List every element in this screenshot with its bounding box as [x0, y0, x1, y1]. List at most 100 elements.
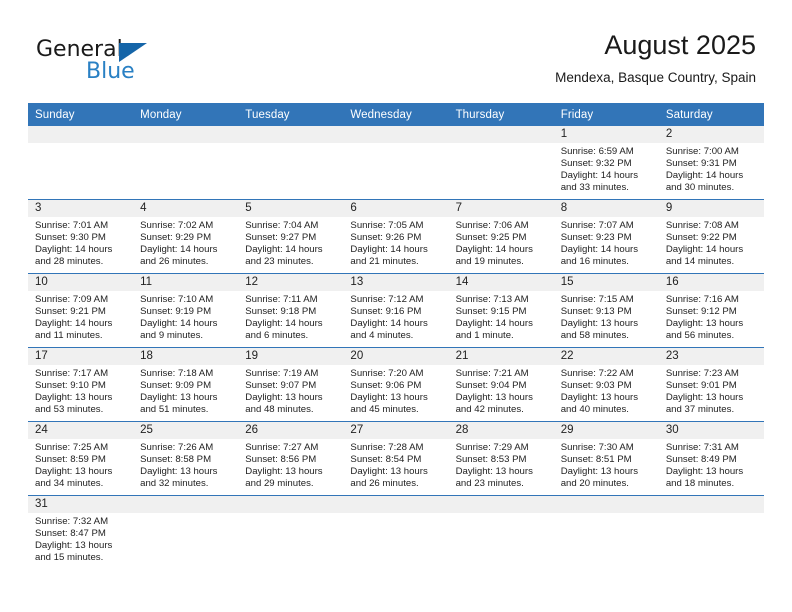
calendar-day-cell[interactable]: 19 Sunrise: 7:19 AM Sunset: 9:07 PM Dayligh…: [238, 347, 344, 422]
calendar-day-cell[interactable]: 26 Sunrise: 7:27 AM Sunset: 8:56 PM Dayligh…: [238, 421, 344, 496]
day-details: Sunrise: 7:00 AM Sunset: 9:31 PM Daylight:…: [659, 143, 764, 194]
calendar-day-cell[interactable]: 24 Sunrise: 7:25 AM Sunset: 8:59 PM Dayligh…: [28, 421, 134, 496]
daylight-text-line1: Daylight: 14 hours: [665, 170, 744, 182]
calendar-day-cell[interactable]: 7 Sunrise: 7:06 AM Sunset: 9:25 PM Daylight…: [448, 199, 554, 274]
day-details: Sunrise: 7:30 AM Sunset: 8:51 PM Daylight:…: [554, 439, 659, 490]
calendar-day-cell-empty: [238, 495, 344, 569]
day-details: [133, 513, 238, 568]
daylight-text-line1: Daylight: 13 hours: [140, 466, 218, 478]
day-number: 3: [28, 200, 134, 217]
sunrise-text: Sunrise: 7:29 AM: [455, 442, 529, 453]
day-number: 14: [448, 274, 554, 291]
day-details: [554, 513, 659, 568]
calendar-day-cell[interactable]: 5 Sunrise: 7:04 AM Sunset: 9:27 PM Daylight…: [238, 199, 344, 274]
day-number: [343, 496, 449, 513]
day-details: Sunrise: 7:23 AM Sunset: 9:01 PM Daylight:…: [659, 365, 764, 416]
calendar-day-cell[interactable]: 13 Sunrise: 7:12 AM Sunset: 9:16 PM Dayligh…: [343, 273, 449, 348]
daylight-text-line2: and 11 minutes.: [35, 330, 103, 342]
calendar-day-cell[interactable]: 28 Sunrise: 7:29 AM Sunset: 8:53 PM Dayligh…: [448, 421, 554, 496]
day-number: 30: [658, 422, 764, 439]
calendar-header-row: Sunday Monday Tuesday Wednesday Thursday…: [28, 103, 764, 126]
sunrise-text: Sunrise: 7:26 AM: [140, 442, 214, 453]
calendar-day-cell[interactable]: 17 Sunrise: 7:17 AM Sunset: 9:10 PM Dayligh…: [28, 347, 134, 422]
day-number: 24: [28, 422, 134, 439]
sunrise-text: Sunrise: 7:15 AM: [560, 294, 634, 305]
daylight-text-line1: Daylight: 14 hours: [245, 318, 323, 330]
daylight-text-line2: and 6 minutes.: [245, 330, 309, 342]
day-number: 31: [28, 496, 134, 513]
daylight-text-line2: and 26 minutes.: [350, 478, 419, 490]
daylight-text-line1: Daylight: 14 hours: [350, 318, 428, 330]
sunset-text: Sunset: 9:10 PM: [35, 380, 106, 392]
sunrise-text: Sunrise: 7:22 AM: [560, 368, 634, 379]
calendar-day-cell[interactable]: 9 Sunrise: 7:08 AM Sunset: 9:22 PM Daylight…: [658, 199, 764, 274]
calendar-day-cell[interactable]: 16 Sunrise: 7:16 AM Sunset: 9:12 PM Dayligh…: [658, 273, 764, 348]
daylight-text-line1: Daylight: 13 hours: [350, 392, 428, 404]
sunrise-text: Sunrise: 7:32 AM: [35, 516, 109, 527]
daylight-text-line2: and 32 minutes.: [140, 478, 209, 490]
daylight-text-line1: Daylight: 13 hours: [665, 318, 744, 330]
daylight-text-line1: Daylight: 13 hours: [35, 540, 113, 552]
daylight-text-line1: Daylight: 14 hours: [455, 244, 533, 256]
daylight-text-line2: and 29 minutes.: [245, 478, 314, 490]
calendar-day-cell[interactable]: 21 Sunrise: 7:21 AM Sunset: 9:04 PM Dayligh…: [448, 347, 554, 422]
calendar-day-cell[interactable]: 1 Sunrise: 6:59 AM Sunset: 9:32 PM Daylight…: [553, 126, 659, 200]
day-details: Sunrise: 7:26 AM Sunset: 8:58 PM Daylight:…: [133, 439, 238, 490]
calendar-day-cell[interactable]: 22 Sunrise: 7:22 AM Sunset: 9:03 PM Dayligh…: [553, 347, 659, 422]
calendar-body: 1 Sunrise: 6:59 AM Sunset: 9:32 PM Daylight…: [28, 126, 764, 569]
calendar-week-row: 1 Sunrise: 6:59 AM Sunset: 9:32 PM Daylight…: [28, 126, 764, 200]
calendar-day-cell[interactable]: 27 Sunrise: 7:28 AM Sunset: 8:54 PM Dayligh…: [343, 421, 449, 496]
calendar-day-cell[interactable]: 18 Sunrise: 7:18 AM Sunset: 9:09 PM Dayligh…: [133, 347, 239, 422]
day-number: [133, 126, 239, 143]
calendar-day-cell[interactable]: 6 Sunrise: 7:05 AM Sunset: 9:26 PM Daylight…: [343, 199, 449, 274]
sunset-text: Sunset: 9:26 PM: [350, 232, 422, 244]
day-details: Sunrise: 7:18 AM Sunset: 9:09 PM Daylight:…: [133, 365, 238, 416]
daylight-text-line2: and 56 minutes.: [665, 330, 735, 342]
day-details: Sunrise: 7:04 AM Sunset: 9:27 PM Daylight:…: [238, 217, 343, 268]
calendar-day-cell[interactable]: 12 Sunrise: 7:11 AM Sunset: 9:18 PM Dayligh…: [238, 273, 344, 348]
daylight-text-line2: and 34 minutes.: [35, 478, 104, 490]
calendar-day-cell[interactable]: 4 Sunrise: 7:02 AM Sunset: 9:29 PM Daylight…: [133, 199, 239, 274]
calendar-day-cell[interactable]: 29 Sunrise: 7:30 AM Sunset: 8:51 PM Dayligh…: [553, 421, 659, 496]
day-number: [238, 126, 344, 143]
calendar-day-cell[interactable]: 23 Sunrise: 7:23 AM Sunset: 9:01 PM Dayligh…: [658, 347, 764, 422]
calendar-day-cell-empty: [343, 126, 449, 200]
daylight-text-line1: Daylight: 13 hours: [560, 466, 639, 478]
calendar-day-cell[interactable]: 11 Sunrise: 7:10 AM Sunset: 9:19 PM Dayligh…: [133, 273, 239, 348]
calendar-day-cell[interactable]: 2 Sunrise: 7:00 AM Sunset: 9:31 PM Daylight…: [658, 126, 764, 200]
calendar-day-cell[interactable]: 14 Sunrise: 7:13 AM Sunset: 9:15 PM Dayligh…: [448, 273, 554, 348]
day-details: Sunrise: 7:10 AM Sunset: 9:19 PM Daylight:…: [133, 291, 238, 342]
daylight-text-line2: and 42 minutes.: [455, 404, 524, 416]
calendar-day-cell-empty: [553, 495, 659, 569]
calendar-day-cell[interactable]: 30 Sunrise: 7:31 AM Sunset: 8:49 PM Dayligh…: [658, 421, 764, 496]
calendar-day-cell[interactable]: 31 Sunrise: 7:32 AM Sunset: 8:47 PM Dayligh…: [28, 495, 134, 569]
day-number: 21: [448, 348, 554, 365]
calendar-container: Sunday Monday Tuesday Wednesday Thursday…: [28, 103, 764, 569]
calendar-day-cell[interactable]: 3 Sunrise: 7:01 AM Sunset: 9:30 PM Daylight…: [28, 199, 134, 274]
calendar-week-row: 24 Sunrise: 7:25 AM Sunset: 8:59 PM Dayligh…: [28, 421, 764, 496]
calendar-day-cell-empty: [343, 495, 449, 569]
sunrise-text: Sunrise: 7:16 AM: [665, 294, 739, 305]
day-number: 13: [343, 274, 449, 291]
calendar-day-cell[interactable]: 8 Sunrise: 7:07 AM Sunset: 9:23 PM Daylight…: [553, 199, 659, 274]
sunrise-text: Sunrise: 7:01 AM: [35, 220, 109, 231]
calendar-day-cell[interactable]: 15 Sunrise: 7:15 AM Sunset: 9:13 PM Dayligh…: [553, 273, 659, 348]
general-blue-logo[interactable]: General Blue: [36, 38, 176, 86]
sunset-text: Sunset: 8:47 PM: [35, 528, 106, 540]
day-number: 9: [658, 200, 764, 217]
calendar-day-cell-empty: [28, 126, 134, 200]
day-number: [448, 126, 554, 143]
sunset-text: Sunset: 9:31 PM: [665, 158, 737, 170]
day-number: [553, 496, 659, 513]
sunset-text: Sunset: 9:19 PM: [140, 306, 212, 318]
daylight-text-line2: and 45 minutes.: [350, 404, 419, 416]
sunrise-text: Sunrise: 7:13 AM: [455, 294, 529, 305]
day-number: 10: [28, 274, 134, 291]
calendar-day-cell[interactable]: 10 Sunrise: 7:09 AM Sunset: 9:21 PM Dayligh…: [28, 273, 134, 348]
daylight-text-line1: Daylight: 14 hours: [560, 244, 639, 256]
calendar-page: General Blue August 2025 Mendexa, Basque…: [0, 0, 792, 612]
sunset-text: Sunset: 8:58 PM: [140, 454, 212, 466]
sunrise-text: Sunrise: 7:05 AM: [350, 220, 424, 231]
calendar-day-cell[interactable]: 20 Sunrise: 7:20 AM Sunset: 9:06 PM Dayligh…: [343, 347, 449, 422]
calendar-day-cell[interactable]: 25 Sunrise: 7:26 AM Sunset: 8:58 PM Dayligh…: [133, 421, 239, 496]
